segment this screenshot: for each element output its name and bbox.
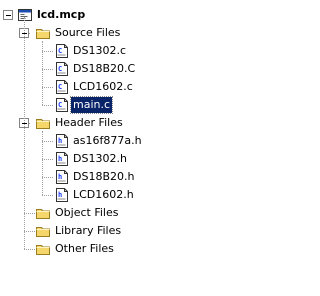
folder-icon — [35, 115, 51, 131]
svg-text:C: C — [58, 47, 62, 55]
tree-line — [24, 231, 35, 232]
group-source-files[interactable]: Source Files — [53, 25, 122, 41]
svg-text:h: h — [58, 191, 62, 199]
header-file-icon: h — [54, 169, 70, 185]
tree-line — [42, 69, 53, 70]
tree-line — [42, 105, 53, 106]
svg-text:C: C — [58, 83, 62, 91]
group-header-files[interactable]: Header Files — [53, 115, 125, 131]
file-lcd1602-c[interactable]: LCD1602.c — [71, 79, 135, 95]
svg-text:C: C — [58, 101, 62, 109]
file-ds18b20-h[interactable]: DS18B20.h — [71, 169, 136, 185]
svg-text:C: C — [58, 65, 62, 73]
tree-line — [42, 131, 43, 195]
folder-icon — [35, 25, 51, 41]
file-lcd1602-h[interactable]: LCD1602.h — [71, 187, 136, 203]
group-other-files[interactable]: Other Files — [53, 241, 116, 257]
file-ds18b20-c[interactable]: DS18B20.C — [71, 61, 137, 77]
file-ds1302-c[interactable]: DS1302.c — [71, 43, 128, 59]
c-source-file-icon: C — [54, 79, 70, 95]
tree-line — [42, 87, 53, 88]
header-file-icon: h — [54, 187, 70, 203]
tree-line — [42, 177, 53, 178]
folder-icon — [35, 223, 51, 239]
group-object-files[interactable]: Object Files — [53, 205, 120, 221]
project-toggle[interactable] — [3, 10, 13, 20]
tree-line — [42, 41, 43, 105]
group-library-files[interactable]: Library Files — [53, 223, 123, 239]
c-source-file-icon: C — [54, 61, 70, 77]
tree-line — [42, 141, 53, 142]
header-file-icon: h — [54, 151, 70, 167]
tree-line — [24, 213, 35, 214]
tree-line — [42, 159, 53, 160]
svg-text:h: h — [58, 137, 62, 145]
project-tree: lcd.mcp Source Files C DS1302.c C DS18B20.C C L… — [0, 0, 264, 296]
folder-icon — [35, 241, 51, 257]
file-as16f877a-h[interactable]: as16f877a.h — [71, 133, 144, 149]
folder-icon — [35, 205, 51, 221]
svg-text:h: h — [58, 173, 62, 181]
project-window-icon — [17, 7, 33, 23]
header-file-icon: h — [54, 133, 70, 149]
tree-line — [24, 249, 35, 250]
file-ds1302-h[interactable]: DS1302.h — [71, 151, 129, 167]
c-source-file-icon: C — [54, 43, 70, 59]
c-source-file-icon: C — [54, 97, 70, 113]
svg-text:h: h — [58, 155, 62, 163]
tree-line — [42, 195, 53, 196]
tree-line — [42, 51, 53, 52]
file-main-c[interactable]: main.c — [69, 96, 114, 114]
project-name[interactable]: lcd.mcp — [35, 7, 87, 23]
tree-line — [24, 17, 25, 249]
